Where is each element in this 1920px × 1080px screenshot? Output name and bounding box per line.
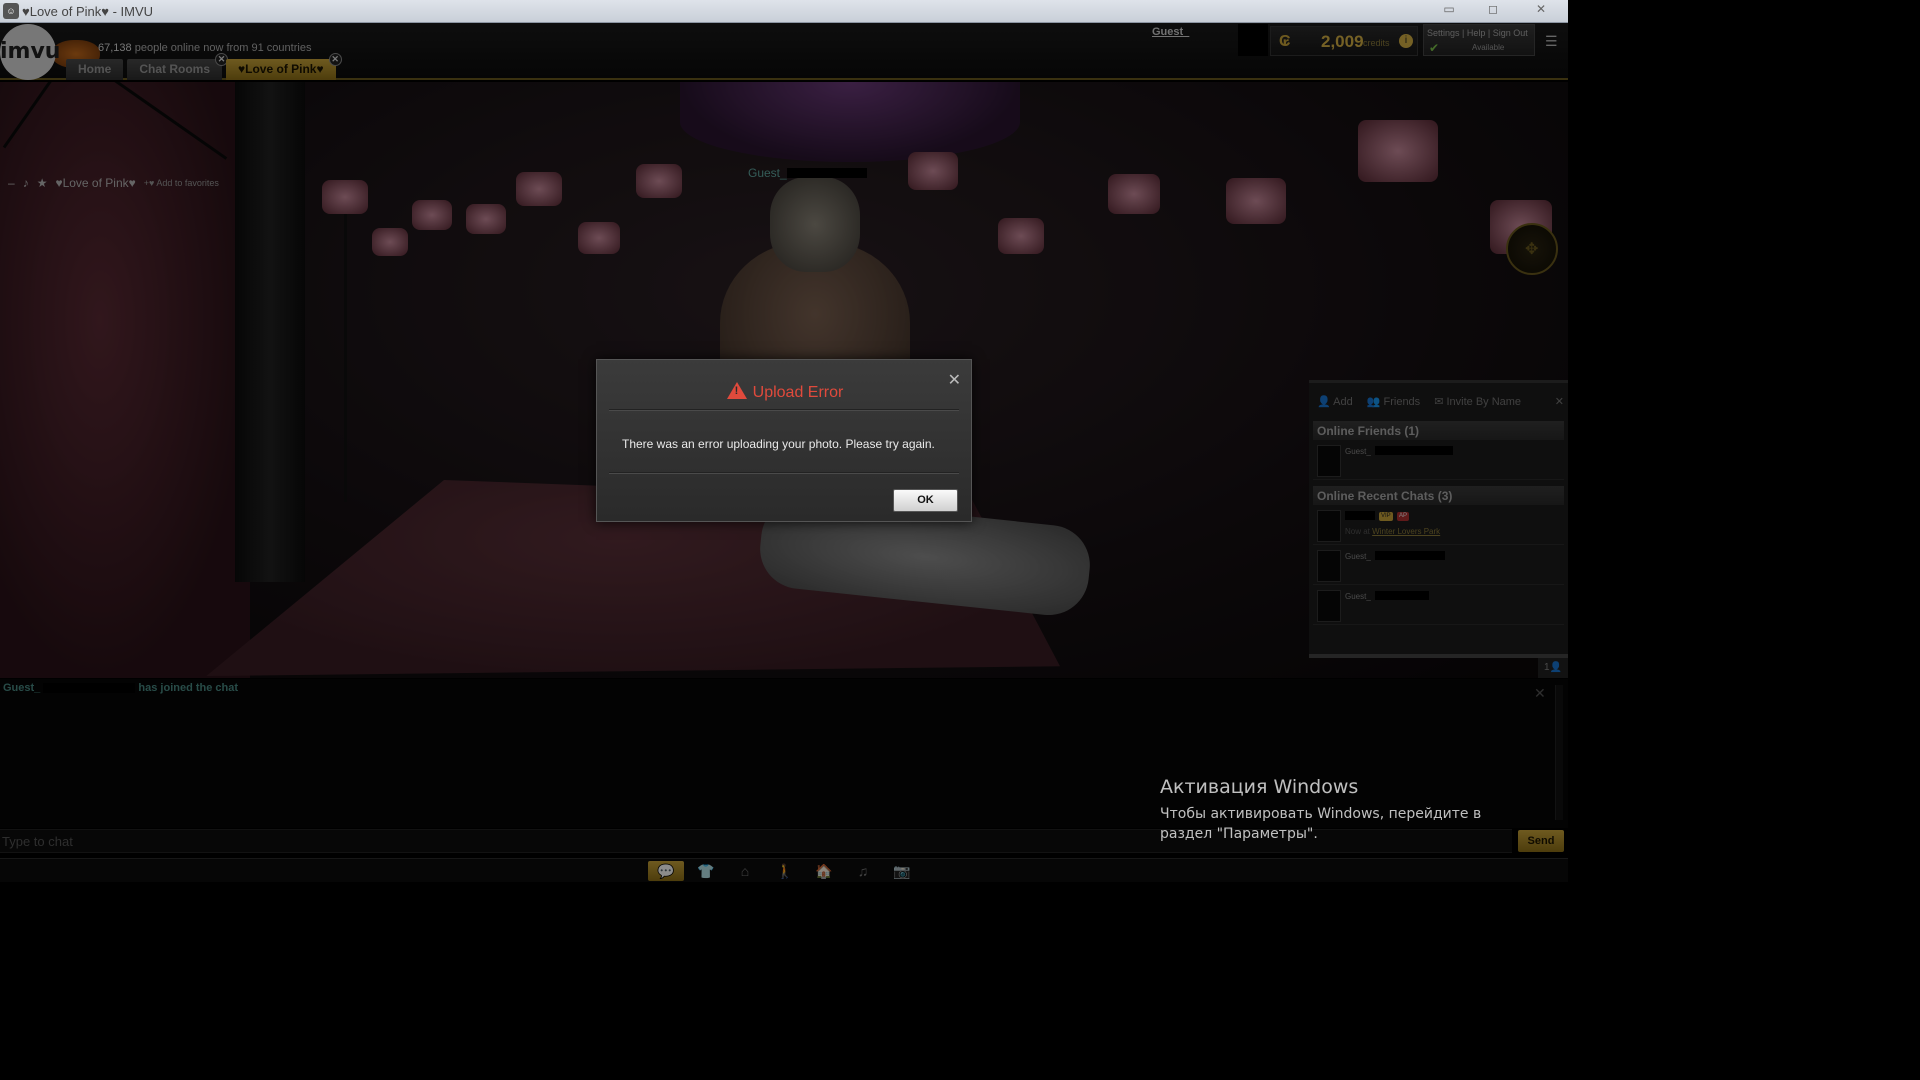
warning-icon — [726, 382, 747, 399]
watermark-title: Активация Windows — [1160, 776, 1359, 798]
title-bar: ☺ ♥Love of Pink♥ - IMVU ▭ ◻ ✕ — [0, 0, 1568, 23]
dialog-message: There was an error uploading your photo.… — [622, 437, 935, 451]
imvu-app-icon: ☺ — [3, 3, 19, 19]
restore-button[interactable]: ◻ — [1474, 0, 1512, 19]
imvu-window: ☺ ♥Love of Pink♥ - IMVU ▭ ◻ ✕ imvu 67,13… — [0, 0, 1568, 882]
ok-button[interactable]: OK — [893, 489, 958, 512]
dialog-title-text: Upload Error — [752, 384, 844, 401]
windows-activation-watermark: Активация Windows Чтобы активировать Win… — [1160, 776, 1520, 844]
divider — [609, 409, 959, 411]
close-window-button[interactable]: ✕ — [1518, 0, 1564, 19]
divider — [609, 472, 959, 474]
upload-error-dialog: ✕ Upload Error There was an error upload… — [596, 359, 972, 522]
window-title: ♥Love of Pink♥ - IMVU — [22, 4, 154, 19]
minimize-button[interactable]: ▭ — [1430, 0, 1468, 19]
watermark-subtitle: Чтобы активировать Windows, перейдите в … — [1160, 806, 1482, 842]
dialog-title: Upload Error — [597, 382, 973, 402]
